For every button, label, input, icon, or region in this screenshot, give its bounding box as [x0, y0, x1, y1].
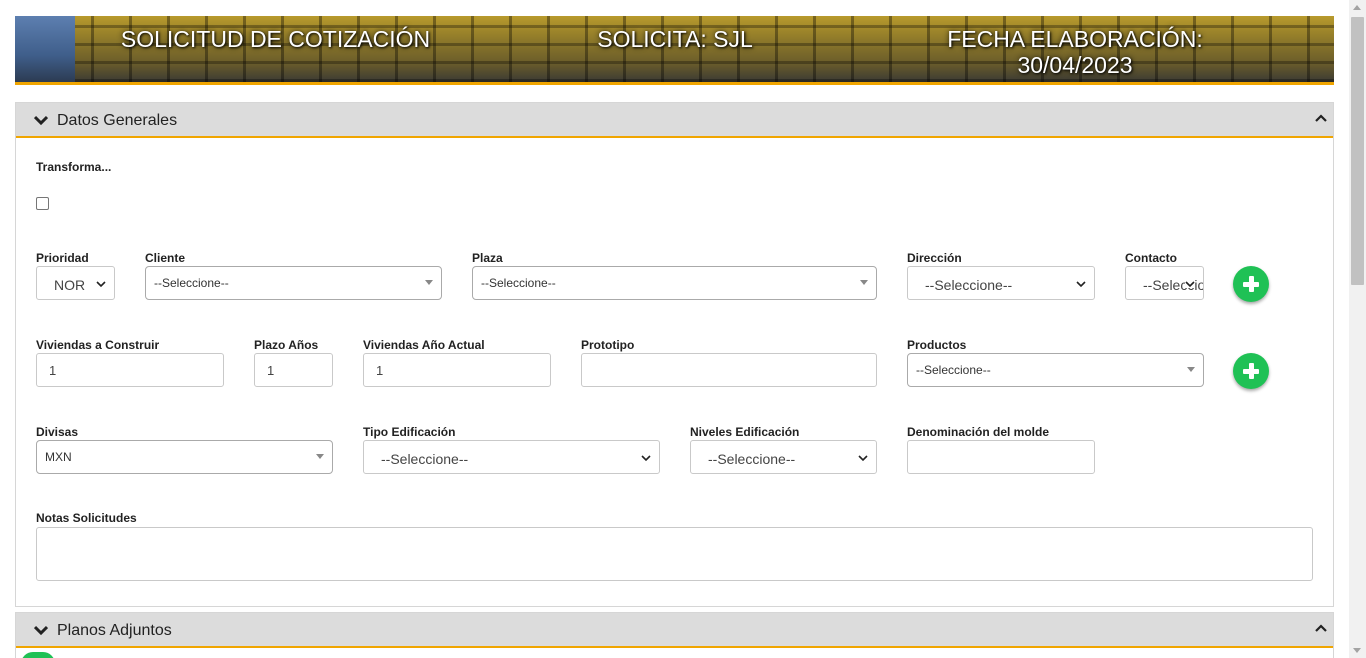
fecha-value: 30/04/2023 — [1017, 52, 1133, 78]
chevron-down-icon — [33, 623, 49, 636]
viviendas-anio-actual-label: Viviendas Año Actual — [363, 338, 485, 352]
productos-label: Productos — [907, 338, 967, 352]
contacto-label: Contacto — [1125, 251, 1177, 265]
plazo-anios-label: Plazo Años — [254, 338, 319, 352]
dropdown-arrow-icon — [316, 454, 324, 459]
contacto-select[interactable]: --Seleccione-- — [1125, 266, 1204, 300]
divisas-select[interactable]: MXN — [36, 440, 333, 474]
prototipo-input[interactable] — [581, 353, 877, 387]
chevron-down-icon — [858, 454, 868, 462]
plazo-anios-input[interactable]: 1 — [254, 353, 333, 387]
chevron-up-icon[interactable] — [1315, 110, 1327, 122]
datos-generales-header[interactable]: Datos Generales — [16, 103, 1333, 138]
viviendas-anio-actual-input[interactable]: 1 — [363, 353, 551, 387]
tipo-edificacion-select[interactable]: --Seleccione-- — [363, 440, 660, 474]
cliente-select[interactable]: --Seleccione-- — [145, 266, 442, 300]
prioridad-value: NOR — [54, 277, 86, 293]
direccion-select[interactable]: --Seleccione-- — [907, 266, 1095, 300]
prioridad-label: Prioridad — [36, 251, 89, 265]
prioridad-select[interactable]: NOR — [36, 266, 115, 300]
viviendas-construir-input[interactable]: 1 — [36, 353, 224, 387]
add-contacto-button[interactable] — [1233, 266, 1269, 302]
dropdown-arrow-icon — [425, 280, 433, 285]
plaza-label: Plaza — [472, 251, 503, 265]
chevron-down-icon — [641, 454, 651, 462]
productos-select[interactable]: --Seleccione-- — [907, 353, 1204, 387]
planos-adjuntos-panel: Planos Adjuntos — [15, 612, 1334, 658]
direccion-label: Dirección — [907, 251, 962, 265]
transforma-checkbox[interactable] — [36, 197, 49, 210]
chevron-down-icon — [1185, 280, 1195, 288]
cliente-value: --Seleccione-- — [154, 276, 229, 290]
productos-value: --Seleccione-- — [916, 363, 991, 377]
tipo-edificacion-label: Tipo Edificación — [363, 425, 456, 439]
fecha-label: FECHA ELABORACIÓN: — [947, 26, 1203, 52]
niveles-edificacion-select[interactable]: --Seleccione-- — [690, 440, 877, 474]
transforma-label: Transforma... — [36, 160, 112, 174]
planos-adjuntos-title: Planos Adjuntos — [57, 622, 172, 639]
chevron-down-icon — [1076, 280, 1086, 288]
denominacion-molde-input[interactable] — [907, 440, 1095, 474]
divisas-label: Divisas — [36, 425, 79, 439]
direccion-value: --Seleccione-- — [925, 277, 1013, 293]
cliente-label: Cliente — [145, 251, 186, 265]
solicita-label: SOLICITA: SJL — [597, 26, 753, 52]
plaza-value: --Seleccione-- — [481, 276, 556, 290]
dropdown-arrow-icon — [1187, 367, 1195, 372]
planos-adjuntos-header[interactable]: Planos Adjuntos — [16, 613, 1333, 648]
viviendas-construir-label: Viviendas a Construir — [36, 338, 160, 352]
page-title: SOLICITUD DE COTIZACIÓN — [120, 26, 431, 52]
prototipo-label: Prototipo — [581, 338, 635, 352]
niveles-edificacion-label: Niveles Edificación — [690, 425, 800, 439]
chevron-down-icon — [96, 280, 106, 288]
tipo-edificacion-value: --Seleccione-- — [381, 451, 469, 467]
niveles-edificacion-value: --Seleccione-- — [708, 451, 796, 467]
header-banner: SOLICITUD DE COTIZACIÓN SOLICITA: SJL FE… — [15, 16, 1334, 85]
add-producto-button[interactable] — [1233, 353, 1269, 389]
notas-label: Notas Solicitudes — [36, 511, 137, 525]
plaza-select[interactable]: --Seleccione-- — [472, 266, 877, 300]
dropdown-arrow-icon — [860, 280, 868, 285]
datos-generales-title: Datos Generales — [57, 112, 178, 129]
scroll-thumb[interactable] — [1351, 17, 1364, 285]
chevron-down-icon — [33, 113, 49, 126]
notas-textarea[interactable] — [36, 527, 1313, 581]
vertical-scrollbar[interactable] — [1349, 0, 1366, 658]
scroll-up-icon[interactable] — [1353, 5, 1361, 10]
denominacion-molde-label: Denominación del molde — [907, 425, 1050, 439]
scroll-down-icon[interactable] — [1353, 648, 1361, 653]
chevron-up-icon[interactable] — [1315, 620, 1327, 632]
divisas-value: MXN — [45, 450, 72, 464]
